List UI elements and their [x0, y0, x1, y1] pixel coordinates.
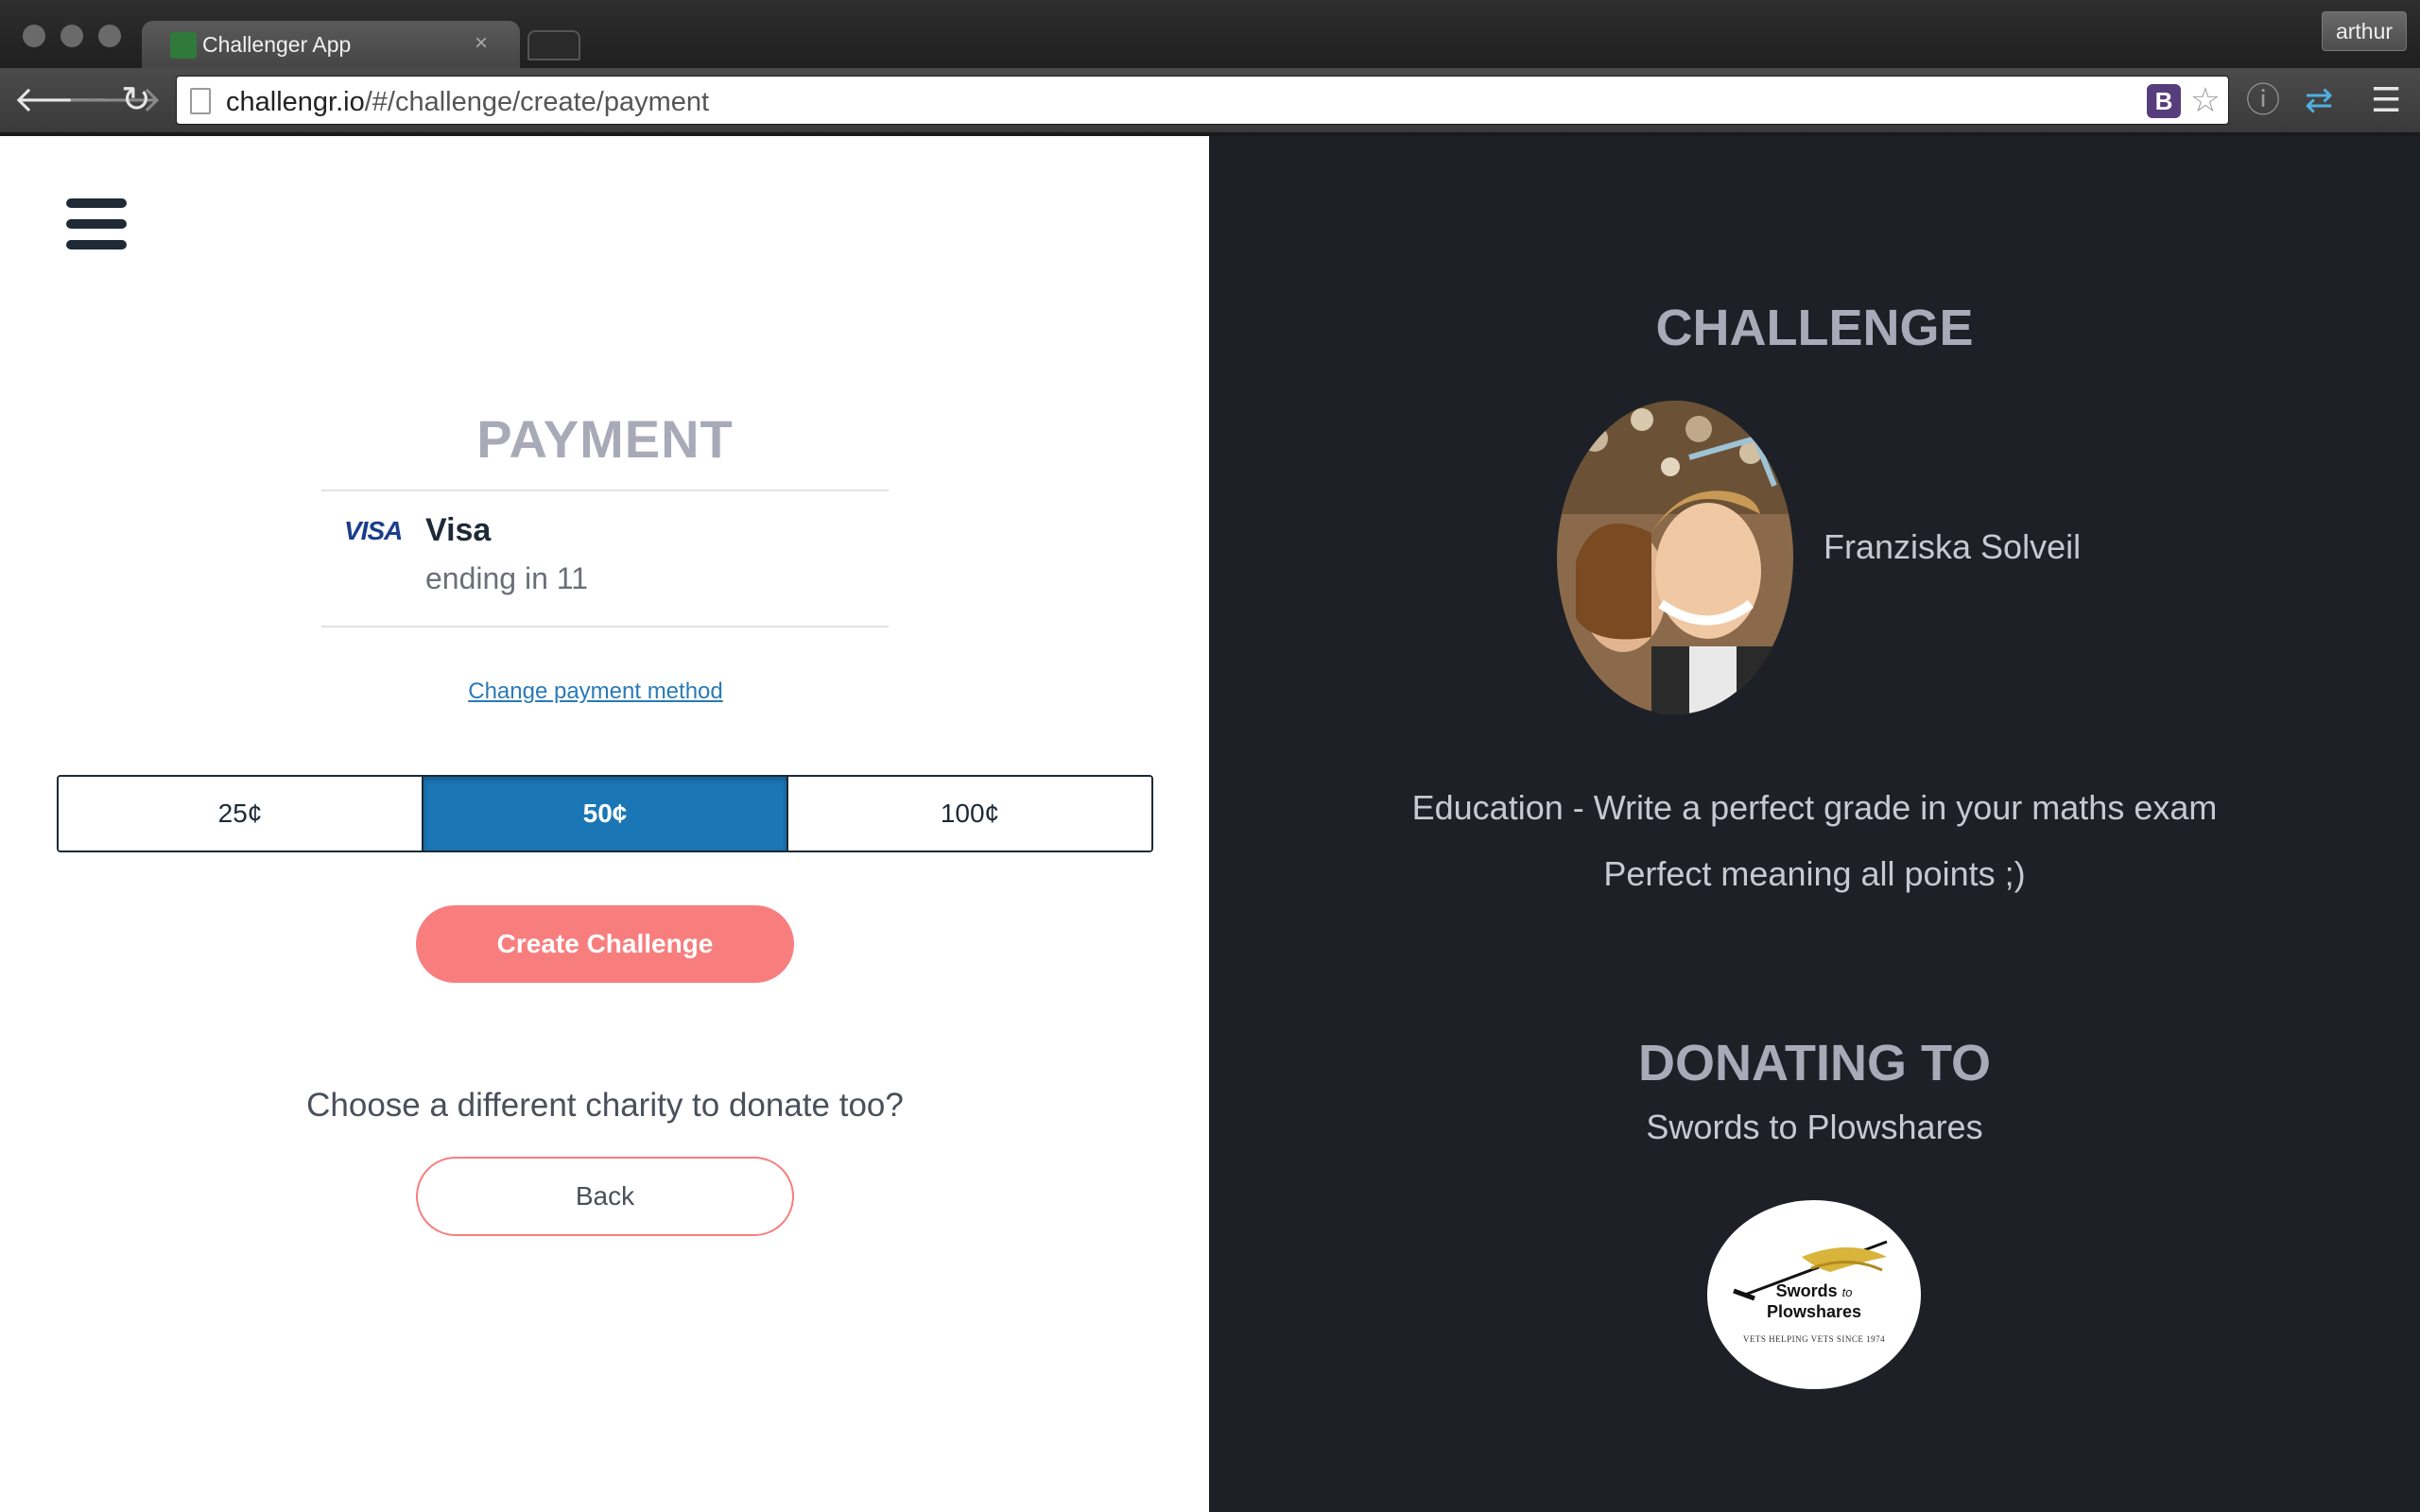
extension-icon[interactable]: ⇄	[2305, 81, 2333, 119]
page-icon	[190, 88, 211, 114]
browser-tab[interactable]: Challenger App ×	[142, 21, 520, 68]
divider	[321, 626, 889, 627]
browser-titlebar: Challenger App × arthur	[0, 0, 2420, 68]
donating-to-title: DONATING TO	[1638, 1035, 1991, 1091]
back-button[interactable]: Back	[416, 1157, 794, 1236]
logo-tagline: VETS HELPING VETS SINCE 1974	[1742, 1334, 1886, 1344]
challenge-description: Education - Write a perfect grade in you…	[1411, 788, 2218, 827]
change-payment-method-link[interactable]: Change payment method	[321, 679, 870, 705]
app-favicon-icon	[170, 32, 197, 59]
card-brand: Visa	[425, 512, 492, 548]
amount-option-50[interactable]: 50¢	[422, 777, 786, 850]
window-zoom-icon[interactable]	[98, 25, 121, 47]
reload-icon[interactable]: ↻	[121, 81, 151, 119]
charity-question: Choose a different charity to donate too…	[306, 1087, 904, 1124]
browser-toolbar: 🡐 🡒 ↻ challengr.io/#/challenge/create/pa…	[0, 68, 2420, 136]
payment-panel: PAYMENT VISA Visa ending in 11 Change pa…	[0, 136, 1209, 1512]
bootstrap-extension-icon[interactable]: B	[2147, 84, 2181, 118]
url-text[interactable]: challengr.io/#/challenge/create/payment	[226, 87, 709, 118]
new-tab-button[interactable]	[527, 30, 580, 60]
amount-option-100[interactable]: 100¢	[786, 777, 1151, 850]
create-challenge-button[interactable]: Create Challenge	[416, 905, 794, 983]
profile-button[interactable]: arthur	[2322, 11, 2407, 51]
visa-logo-icon: VISA	[344, 516, 403, 545]
payment-title: PAYMENT	[476, 409, 734, 469]
amount-option-25[interactable]: 25¢	[59, 777, 422, 850]
tab-title: Challenger App	[202, 32, 352, 57]
hamburger-menu-icon[interactable]	[66, 198, 127, 249]
challenge-summary-panel: CHALLENGE Franziska Solveil Education - …	[1209, 136, 2420, 1512]
card-ending: ending in 11	[425, 561, 588, 595]
challenge-title: CHALLENGE	[1655, 300, 1974, 356]
charity-name: Swords to Plowshares	[1646, 1108, 1983, 1146]
logo-text-line2: Plowshares	[1766, 1302, 1862, 1321]
logo-text-line1: Swords to	[1775, 1281, 1853, 1300]
info-icon[interactable]: ⓘ	[2246, 81, 2280, 119]
charity-logo: Swords to Plowshares VETS HELPING VETS S…	[1707, 1200, 1921, 1389]
amount-selector: 25¢ 50¢ 100¢	[57, 775, 1153, 852]
chrome-menu-icon[interactable]: ☰	[2371, 81, 2401, 119]
divider	[321, 490, 889, 491]
address-bar[interactable]: challengr.io/#/challenge/create/payment …	[176, 76, 2229, 125]
window-minimize-icon[interactable]	[60, 25, 83, 47]
bookmark-star-icon[interactable]: ☆	[2190, 82, 2221, 118]
challenge-details: Perfect meaning all points ;)	[1603, 854, 2026, 893]
tab-close-icon[interactable]: ×	[475, 30, 488, 57]
user-avatar	[1557, 401, 1793, 714]
window-close-icon[interactable]	[23, 25, 45, 47]
challenged-user-name: Franziska Solveil	[1824, 527, 2082, 566]
